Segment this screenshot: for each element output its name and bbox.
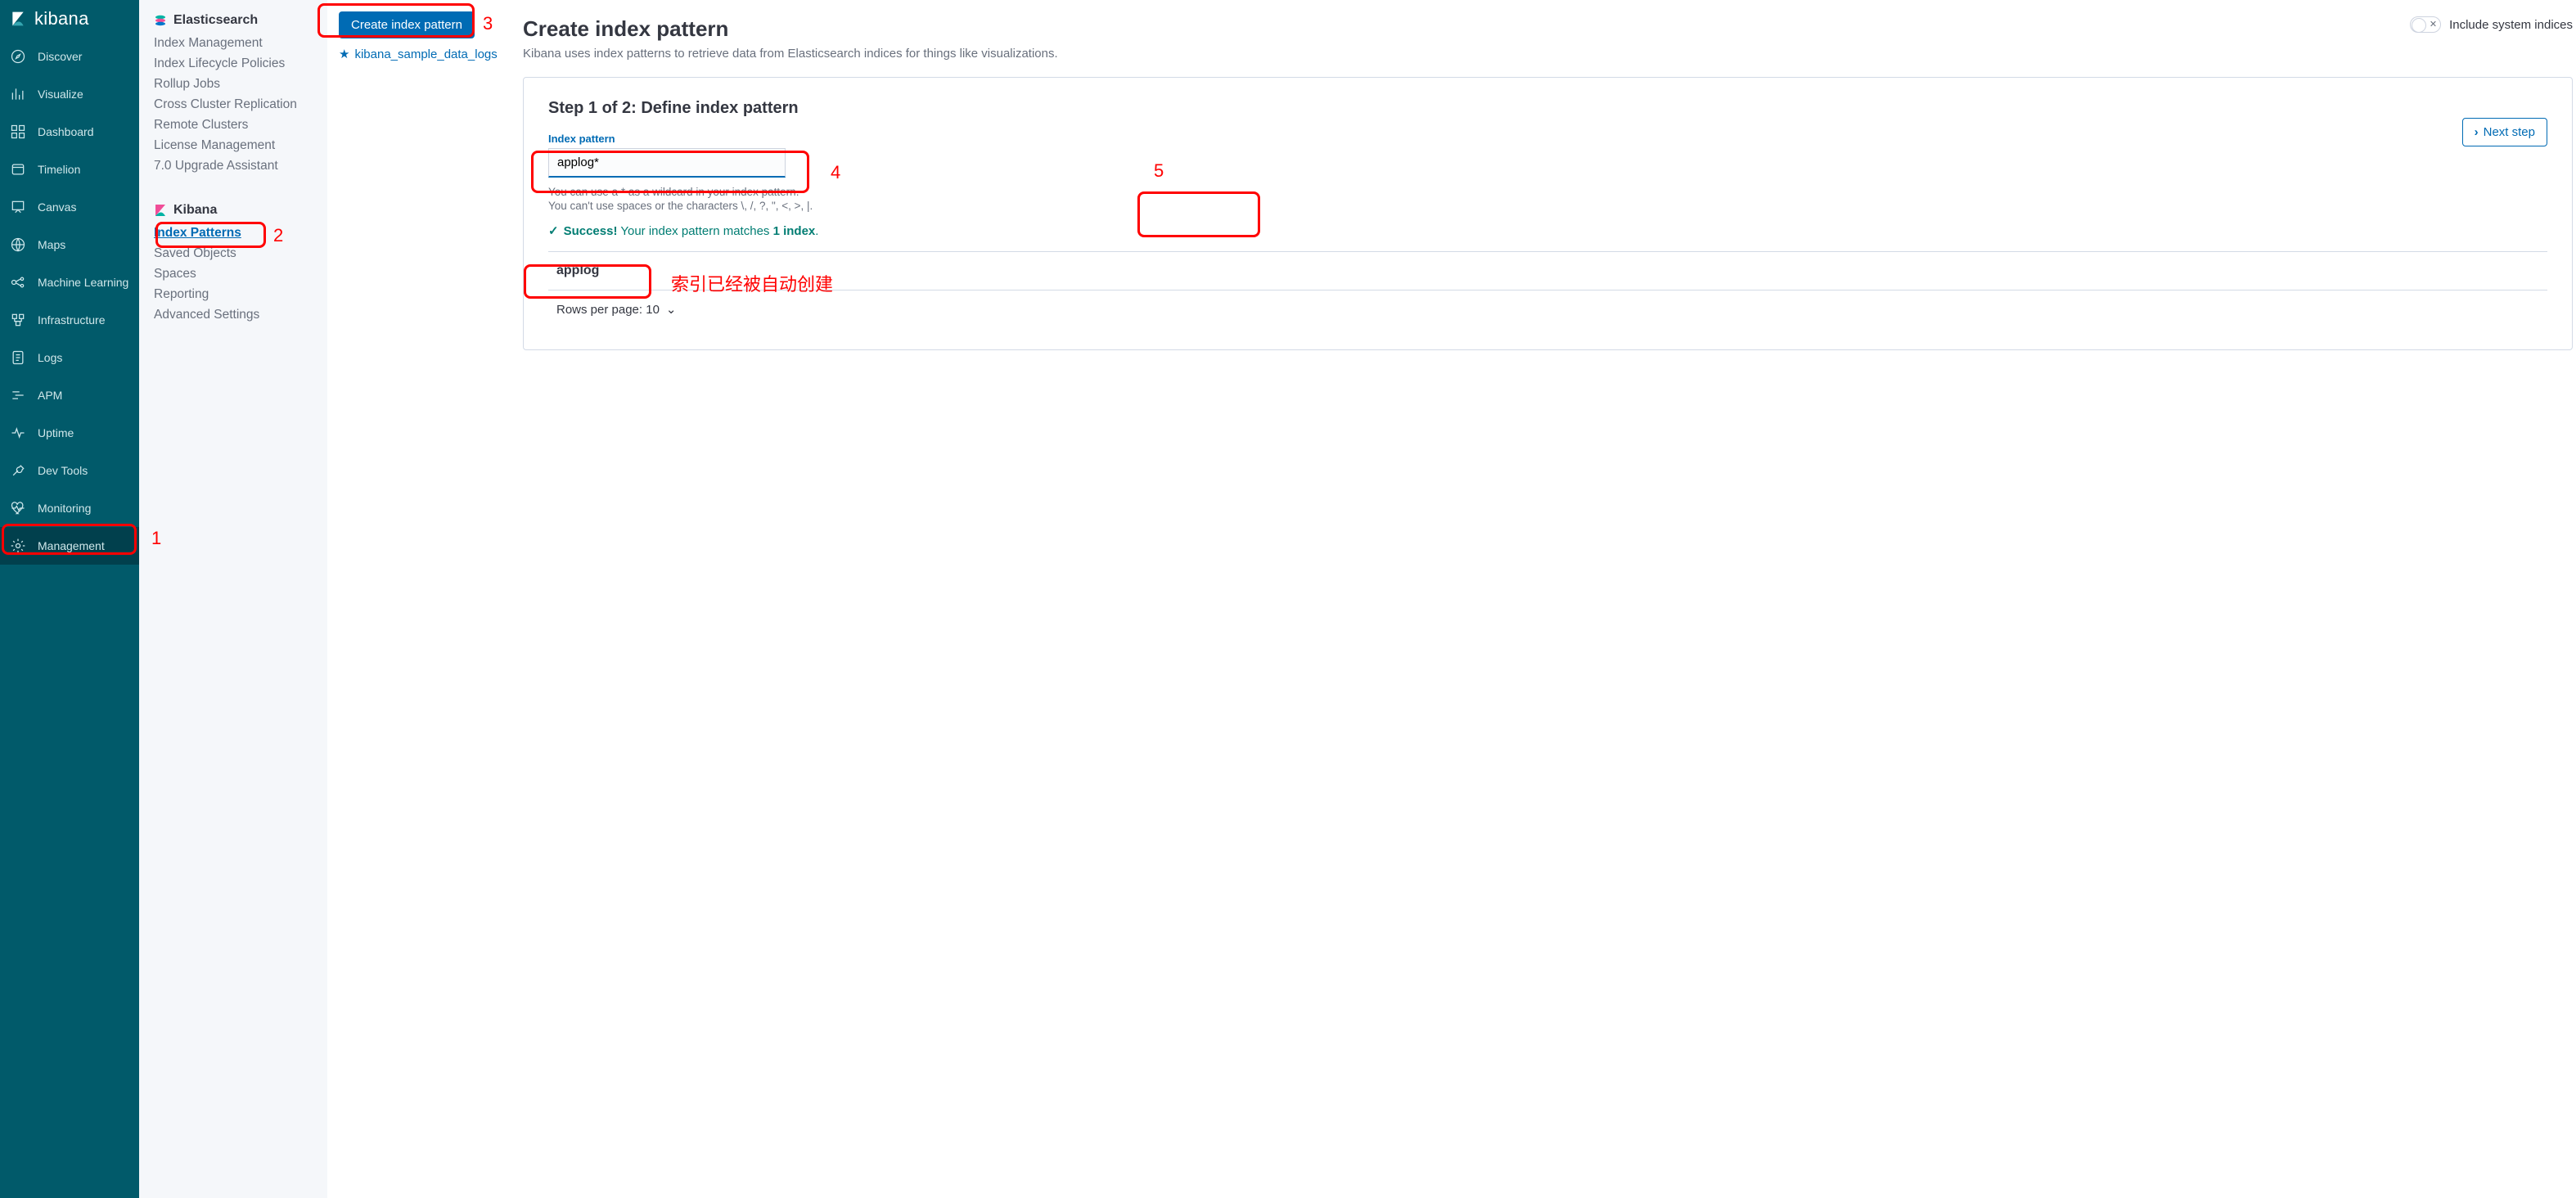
link-ccr[interactable]: Cross Cluster Replication <box>154 97 313 112</box>
nav-discover[interactable]: Discover <box>0 38 139 75</box>
main-nav: kibana Discover Visualize Dashboard Time… <box>0 0 139 1198</box>
main-content: Create index pattern Kibana uses index p… <box>503 0 2576 1198</box>
timelion-icon <box>10 161 26 178</box>
link-index-management[interactable]: Index Management <box>154 36 313 51</box>
include-system-toggle-group: Include system indices <box>2410 16 2573 33</box>
step-title: Step 1 of 2: Define index pattern <box>548 99 2547 118</box>
logs-icon <box>10 349 26 366</box>
es-links: Index Management Index Lifecycle Policie… <box>154 36 313 173</box>
bar-chart-icon <box>10 86 26 102</box>
infra-icon <box>10 312 26 328</box>
kb-links: Index Patterns Saved Objects Spaces Repo… <box>154 226 313 322</box>
include-system-switch[interactable] <box>2410 16 2441 33</box>
link-reporting[interactable]: Reporting <box>154 287 313 302</box>
success-rest: Your index pattern matches 1 index. <box>617 224 818 238</box>
kb-section-header: Kibana <box>154 203 313 218</box>
nav-label: Infrastructure <box>38 313 105 327</box>
success-lead: Success! <box>564 224 618 238</box>
panel-footer: › Next step <box>2462 118 2547 146</box>
check-icon: ✓ <box>548 223 559 238</box>
nav-label: Dev Tools <box>38 464 88 477</box>
elasticsearch-icon <box>154 14 167 27</box>
nav-label: Machine Learning <box>38 276 128 289</box>
rows-per-page-label: Rows per page: 10 <box>556 303 660 317</box>
nav-ml[interactable]: Machine Learning <box>0 263 139 301</box>
nav-devtools[interactable]: Dev Tools <box>0 452 139 489</box>
grid-icon <box>10 124 26 140</box>
title-row: Create index pattern Kibana uses index p… <box>523 16 2576 61</box>
link-rollup[interactable]: Rollup Jobs <box>154 77 313 92</box>
page-title: Create index pattern <box>523 16 1058 42</box>
hint-wildcard: You can use a * as a wildcard in your in… <box>548 186 2462 198</box>
nav-label: Monitoring <box>38 502 91 515</box>
nav-label: Maps <box>38 238 65 251</box>
link-upgrade[interactable]: 7.0 Upgrade Assistant <box>154 159 313 173</box>
nav-label: Uptime <box>38 426 74 439</box>
kb-section-title: Kibana <box>173 203 217 218</box>
nav-label: Management <box>38 539 105 552</box>
nav-label: Discover <box>38 50 82 63</box>
link-remote-clusters[interactable]: Remote Clusters <box>154 118 313 133</box>
ml-icon <box>10 274 26 290</box>
uptime-icon <box>10 425 26 441</box>
chevron-right-icon: › <box>2475 125 2479 139</box>
matched-indices-table: applog Rows per page: 10 ⌄ <box>548 251 2547 328</box>
apm-icon <box>10 387 26 403</box>
management-subnav: Elasticsearch Index Management Index Lif… <box>139 0 327 1198</box>
es-section-header: Elasticsearch <box>154 13 313 28</box>
nav-label: Visualize <box>38 88 83 101</box>
hint-forbidden-chars: You can't use spaces or the characters \… <box>548 200 2462 212</box>
nav-uptime[interactable]: Uptime <box>0 414 139 452</box>
gear-icon <box>10 538 26 554</box>
brand[interactable]: kibana <box>0 0 139 38</box>
wrench-icon <box>10 462 26 479</box>
nav-apm[interactable]: APM <box>0 376 139 414</box>
create-index-pattern-button[interactable]: Create index pattern <box>339 11 475 38</box>
nav-items: Discover Visualize Dashboard Timelion Ca… <box>0 38 139 565</box>
link-advanced-settings[interactable]: Advanced Settings <box>154 308 313 322</box>
index-pattern-input[interactable] <box>548 148 786 178</box>
next-button-label: Next step <box>2484 125 2535 139</box>
compass-icon <box>10 48 26 65</box>
success-message: ✓ Success! Your index pattern matches 1 … <box>548 223 2462 238</box>
nav-maps[interactable]: Maps <box>0 226 139 263</box>
link-ilm[interactable]: Index Lifecycle Policies <box>154 56 313 71</box>
nav-canvas[interactable]: Canvas <box>0 188 139 226</box>
nav-timelion[interactable]: Timelion <box>0 151 139 188</box>
next-step-button[interactable]: › Next step <box>2462 118 2547 146</box>
link-license[interactable]: License Management <box>154 138 313 153</box>
nav-visualize[interactable]: Visualize <box>0 75 139 113</box>
create-pattern-panel: Step 1 of 2: Define index pattern Index … <box>523 77 2573 350</box>
star-icon: ★ <box>339 47 349 61</box>
brand-name: kibana <box>34 8 89 29</box>
nav-logs[interactable]: Logs <box>0 339 139 376</box>
nav-monitoring[interactable]: Monitoring <box>0 489 139 527</box>
index-pattern-entry[interactable]: ★ kibana_sample_data_logs <box>339 47 498 61</box>
nav-label: Timelion <box>38 163 80 176</box>
nav-label: Dashboard <box>38 125 94 138</box>
es-section-title: Elasticsearch <box>173 13 258 28</box>
nav-management[interactable]: Management <box>0 527 139 565</box>
kibana-logo-icon <box>10 11 26 27</box>
index-pattern-entry-label: kibana_sample_data_logs <box>354 47 497 61</box>
index-pattern-label: Index pattern <box>548 133 2462 145</box>
nav-label: Canvas <box>38 200 76 214</box>
index-pattern-list: Create index pattern ★ kibana_sample_dat… <box>327 0 503 1198</box>
rows-per-page[interactable]: Rows per page: 10 ⌄ <box>548 290 2547 328</box>
nav-label: APM <box>38 389 62 402</box>
include-system-label: Include system indices <box>2449 18 2573 32</box>
page-subtitle: Kibana uses index patterns to retrieve d… <box>523 47 1058 61</box>
nav-dashboard[interactable]: Dashboard <box>0 113 139 151</box>
link-index-patterns[interactable]: Index Patterns <box>154 226 313 241</box>
nav-infra[interactable]: Infrastructure <box>0 301 139 339</box>
heartbeat-icon <box>10 500 26 516</box>
link-saved-objects[interactable]: Saved Objects <box>154 246 313 261</box>
chevron-down-icon: ⌄ <box>666 302 677 317</box>
matched-index-row: applog <box>548 252 2547 290</box>
nav-label: Logs <box>38 351 62 364</box>
canvas-icon <box>10 199 26 215</box>
globe-icon <box>10 236 26 253</box>
link-spaces[interactable]: Spaces <box>154 267 313 281</box>
kibana-small-icon <box>154 204 167 217</box>
